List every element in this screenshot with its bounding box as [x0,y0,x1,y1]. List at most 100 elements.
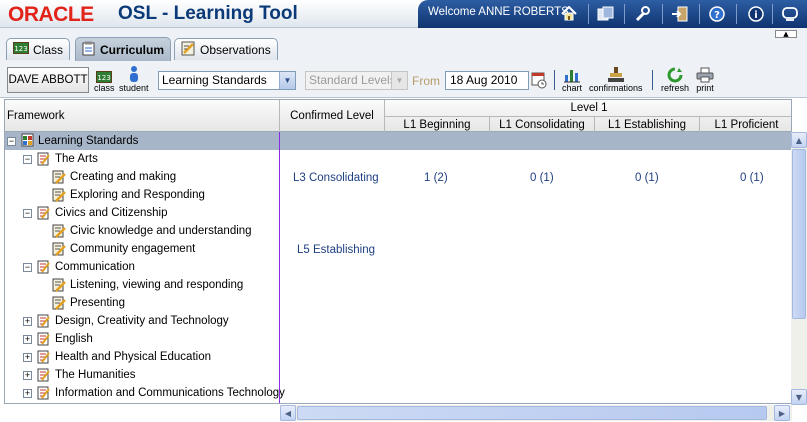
collapse-header-button[interactable]: ▲ [775,30,797,38]
level-count-cell[interactable]: 0 (1) [530,172,554,184]
expand-toggle[interactable]: + [23,352,32,362]
tab-curriculum[interactable]: Curriculum [75,37,171,61]
level-count-cell[interactable]: 0 (1) [635,172,659,184]
tree-item-label: The Humanities [55,369,136,381]
tree-item-label: Civic knowledge and understanding [70,225,252,237]
tree-root-row[interactable]: − Learning Standards [5,132,791,150]
scroll-down-icon[interactable]: ▼ [791,389,807,405]
outcome-icon [52,188,66,202]
selected-student-button[interactable]: DAVE ABBOTT [7,67,89,93]
print-button-label: print [696,83,714,93]
tree-item-label: Listening, viewing and responding [70,279,244,291]
horizontal-scroll-thumb[interactable] [297,406,767,420]
grid-header: Framework Confirmed Level Level 1 L1 Beg… [5,100,791,132]
tree-leaf-row[interactable]: Civic knowledge and understanding [52,222,252,240]
strand-icon [37,386,51,400]
tab-strip: ▲ 123 Class Curriculum Observations [0,28,807,90]
level-column-header[interactable]: L1 Consolidating [490,117,594,132]
scroll-right-icon[interactable]: ▶ [774,405,790,421]
app-title: OSL - Learning Tool [118,3,298,24]
column-divider[interactable] [279,132,280,403]
tree-leaf-row[interactable]: Listening, viewing and responding [52,276,243,294]
class-icon: 123 [96,65,113,83]
tree-leaf-row[interactable]: Exploring and Responding [52,186,205,204]
stamp-icon [607,65,625,83]
tree-item-label: The Arts [55,153,98,165]
toolbar: DAVE ABBOTT 123 class student Learning S… [0,62,807,98]
confirmed-level-column-header[interactable]: Confirmed Level [280,100,384,132]
help-icon[interactable]: ? [707,4,727,23]
vertical-scrollbar[interactable]: ▲ ▼ [791,132,807,405]
calendar-icon[interactable] [531,71,547,92]
tree-leaf-row[interactable]: Presenting [52,294,125,312]
tree-leaf-row[interactable]: Community engagement [52,240,195,258]
class-button[interactable]: 123 class [94,65,115,93]
collapse-toggle[interactable]: − [23,208,32,218]
print-button[interactable]: print [696,65,714,93]
tab-class[interactable]: 123 Class [6,38,70,60]
wrench-icon[interactable] [632,4,652,23]
printer-icon [696,65,714,83]
tree-item-label: Health and Physical Education [55,351,211,363]
documents-icon[interactable] [596,4,616,23]
chart-button[interactable]: chart [562,65,582,93]
confirmed-level-cell[interactable]: L5 Establishing [297,244,375,256]
svg-text:123: 123 [14,45,27,53]
strand-icon [37,314,51,328]
expand-toggle[interactable]: + [23,370,32,380]
chat-icon[interactable] [780,4,800,23]
expand-toggle[interactable]: + [23,388,32,398]
tree-node-row[interactable]: + Information and Communications Technolo… [23,384,285,402]
tree-node-row[interactable]: − The Arts [23,150,98,168]
outcome-icon [52,278,66,292]
app-header: ORACLE OSL - Learning Tool Welcome ANNE … [0,0,807,28]
collapse-toggle[interactable]: − [23,262,32,272]
tree-node-row[interactable]: − Communication [23,258,135,276]
scroll-up-icon[interactable]: ▲ [791,132,807,148]
level-count-cell[interactable]: 0 (1) [740,172,764,184]
info-icon[interactable]: i [746,4,766,23]
confirmations-button[interactable]: confirmations [589,65,643,93]
svg-text:?: ? [714,10,720,21]
logout-icon[interactable] [670,4,690,23]
collapse-toggle[interactable]: − [7,136,16,146]
framework-column-header[interactable]: Framework [5,100,279,132]
strand-icon [37,332,51,346]
scroll-left-icon[interactable]: ◀ [280,405,296,421]
level-group-header: Level 1 [570,102,608,114]
expand-toggle[interactable]: + [23,334,32,344]
curriculum-grid: Framework Confirmed Level Level 1 L1 Beg… [4,99,792,404]
level-count-cell[interactable]: 1 (2) [424,172,448,184]
student-button[interactable]: student [119,65,149,93]
tree-item-label: Design, Creativity and Technology [55,315,229,327]
levels-select-value: Standard Levels [309,73,396,87]
level-column-header[interactable]: L1 Establishing [595,117,699,132]
collapse-toggle[interactable]: − [23,154,32,164]
tree-node-row[interactable]: + The Humanities [23,366,136,384]
level-column-header[interactable]: L1 Proficient [700,117,791,132]
horizontal-scrollbar[interactable]: ◀ ▶ [280,405,792,421]
tab-class-label: Class [33,42,64,57]
tab-observations[interactable]: Observations [174,38,278,60]
tree-node-row[interactable]: + English [23,330,93,348]
outcome-icon [52,170,66,184]
tree-node-row[interactable]: + Health and Physical Education [23,348,211,366]
framework-select-value: Learning Standards [162,73,267,87]
tree-leaf-row[interactable]: Creating and making [52,168,176,186]
confirmed-level-cell[interactable]: L3 Consolidating [293,172,379,184]
level-column-header[interactable]: L1 Beginning [385,117,489,132]
from-date-input[interactable]: 18 Aug 2010 [445,71,529,90]
refresh-button[interactable]: refresh [661,65,689,93]
tree-node-row[interactable]: + Design, Creativity and Technology [23,312,229,330]
framework-select[interactable]: Learning Standards ▼ [158,71,296,90]
from-label: From [412,74,440,88]
tab-curriculum-label: Curriculum [100,42,165,57]
expand-toggle[interactable]: + [23,316,32,326]
tree-item-label: Creating and making [70,171,177,183]
vertical-scroll-thumb[interactable] [792,149,806,319]
tree-item-label: Civics and Citizenship [55,207,168,219]
bar-chart-icon [563,65,581,83]
home-icon[interactable] [559,4,579,23]
tree-node-row[interactable]: − Civics and Citizenship [23,204,168,222]
class-button-label: class [94,83,115,93]
